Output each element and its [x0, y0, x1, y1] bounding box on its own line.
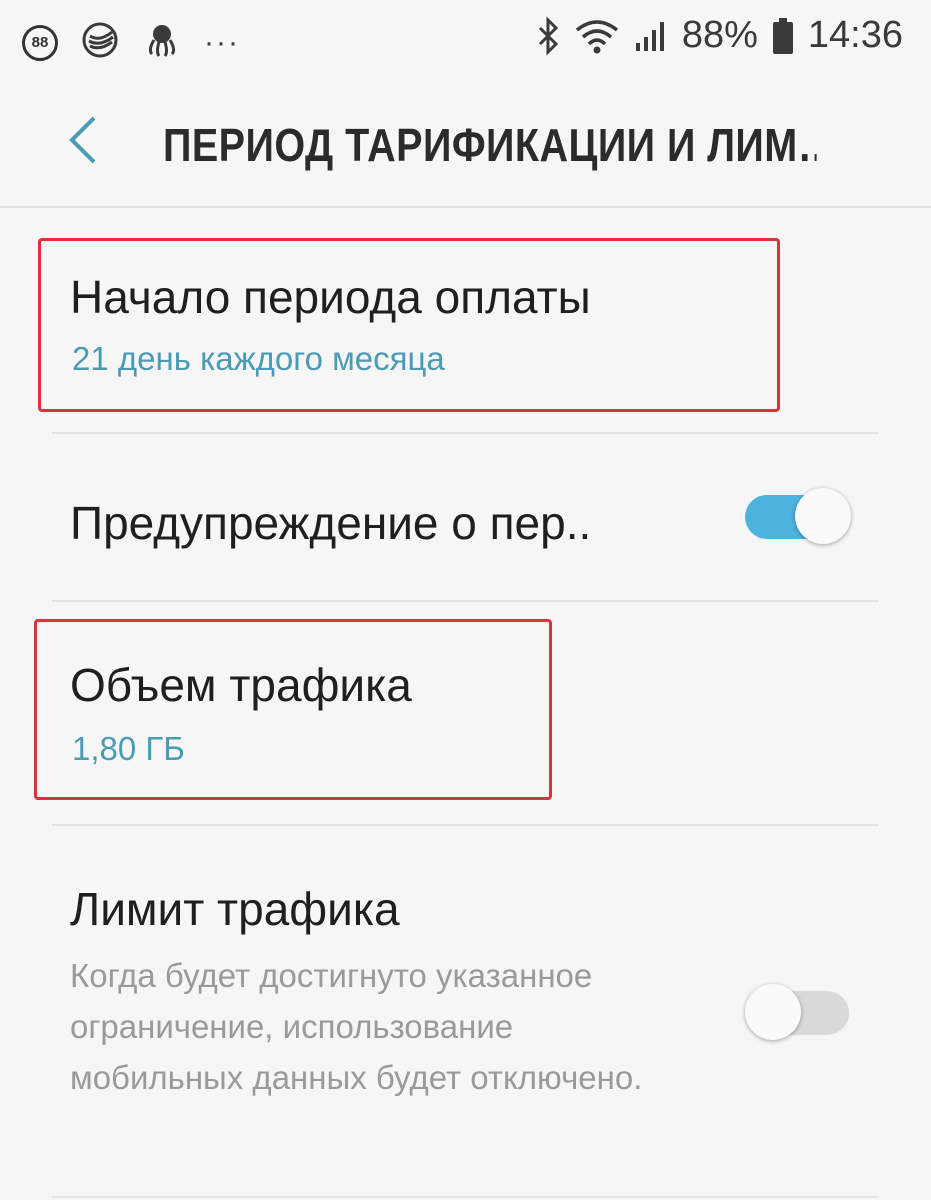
sberbank-icon [80, 20, 120, 65]
notification-icons: 88 ··· [22, 20, 240, 65]
data-limit-setting[interactable]: Лимит трафика Когда будет достигнуто ука… [0, 826, 931, 1166]
signal-icon [634, 19, 668, 53]
toggle-thumb [795, 488, 851, 544]
divider [52, 1196, 879, 1198]
page-title: ПЕРИОД ТАРИФИКАЦИИ И ЛИМ… [163, 119, 817, 171]
back-button[interactable] [58, 110, 108, 170]
chevron-left-icon [58, 116, 108, 174]
octopus-icon [142, 20, 182, 65]
data-warning-toggle[interactable] [745, 486, 853, 548]
highlight-frame [38, 238, 780, 412]
highlight-frame [34, 619, 552, 800]
wifi-icon [574, 18, 620, 54]
battery-percent: 88% [681, 14, 758, 56]
system-status: 88% 14:36 [536, 14, 903, 57]
data-warning-title: Предупреждение о пер.. [70, 497, 592, 549]
status-bar: 88 ··· 88% 14:36 [0, 0, 931, 80]
battery-icon [772, 17, 794, 55]
bluetooth-icon [536, 15, 560, 56]
data-warning-setting[interactable]: Предупреждение о пер.. [0, 434, 931, 600]
data-limit-title: Лимит трафика [70, 883, 400, 935]
app-header: ПЕРИОД ТАРИФИКАЦИИ И ЛИМ… [0, 80, 931, 208]
divider [52, 600, 879, 602]
data-limit-description: Когда будет достигнуто указанное огранич… [70, 957, 643, 1096]
toggle-thumb [745, 984, 801, 1040]
notification-badge-icon: 88 [22, 24, 58, 61]
data-limit-toggle[interactable] [745, 982, 853, 1044]
clock: 14:36 [807, 14, 903, 56]
more-notifications-icon: ··· [204, 25, 240, 59]
